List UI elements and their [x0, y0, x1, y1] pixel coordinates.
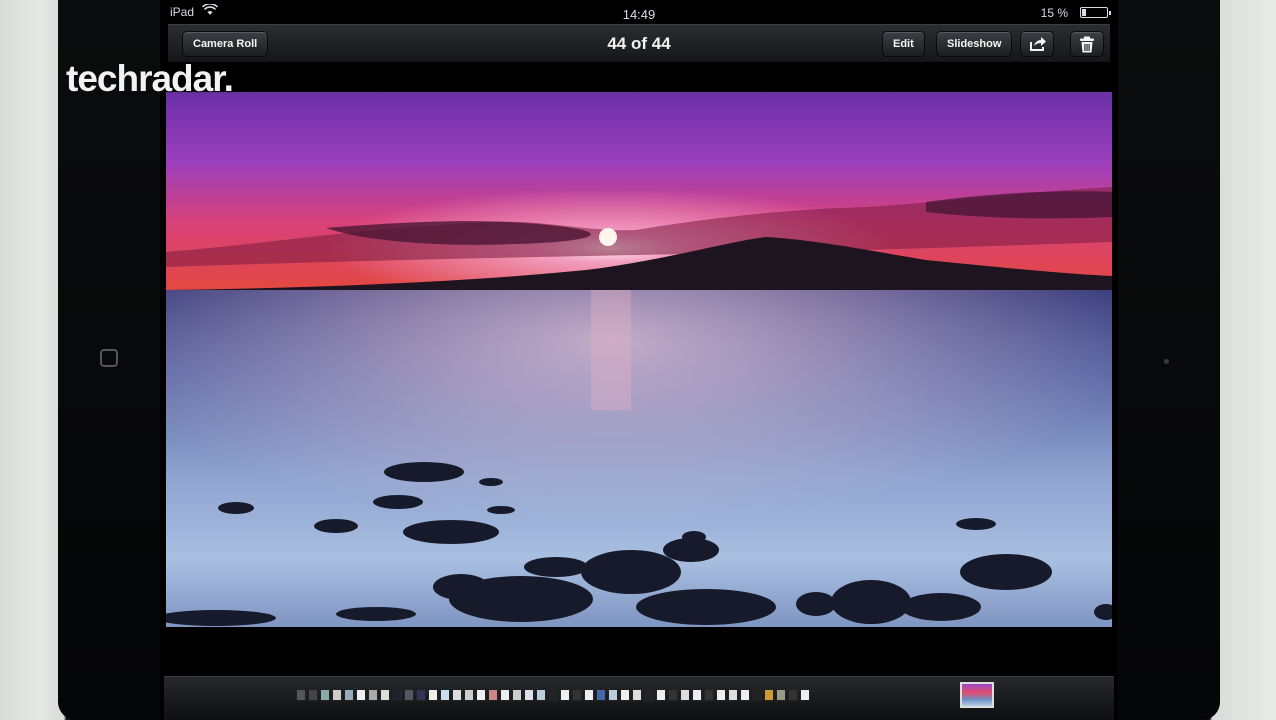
thumbnail[interactable]	[668, 689, 678, 701]
thumbnail[interactable]	[752, 689, 762, 701]
battery-icon	[1080, 7, 1111, 18]
navigation-bar: Camera Roll 44 of 44 Edit Slideshow	[168, 24, 1110, 62]
ipad-screen: iPad 14:49 15 % Camera Roll 44 of 44 Edi…	[160, 0, 1118, 720]
thumbnail[interactable]	[452, 689, 462, 701]
thumbnail[interactable]	[524, 689, 534, 701]
thumbnail[interactable]	[632, 689, 642, 701]
thumbnail[interactable]	[488, 689, 498, 701]
thumbnail[interactable]	[320, 689, 330, 701]
thumbnail[interactable]	[536, 689, 546, 701]
thumbnail[interactable]	[704, 689, 714, 701]
thumbnail[interactable]	[548, 689, 558, 701]
thumbnail[interactable]	[308, 689, 318, 701]
thumbnail[interactable]	[380, 689, 390, 701]
thumbnail[interactable]	[764, 689, 774, 701]
battery-level-fill	[1082, 9, 1086, 16]
thumbnail[interactable]	[416, 689, 426, 701]
share-icon	[1030, 37, 1046, 51]
thumbnail[interactable]	[776, 689, 786, 701]
slideshow-button[interactable]: Slideshow	[936, 31, 1013, 57]
thumbnail[interactable]	[332, 689, 342, 701]
status-bar: iPad 14:49 15 %	[160, 0, 1118, 24]
thumbnail[interactable]	[584, 689, 594, 701]
thumbnail[interactable]	[644, 689, 654, 701]
delete-button[interactable]	[1070, 31, 1104, 57]
thumbnail[interactable]	[464, 689, 474, 701]
thumbnail[interactable]	[440, 689, 450, 701]
thumbnail[interactable]	[560, 689, 570, 701]
thumbnail[interactable]	[404, 689, 414, 701]
techradar-logo-watermark: techradar.	[66, 58, 234, 99]
thumbnail[interactable]	[728, 689, 738, 701]
thumbnail[interactable]	[692, 689, 702, 701]
thumbnail[interactable]	[356, 689, 366, 701]
trash-icon	[1080, 36, 1094, 53]
photo-sunset-seascape[interactable]	[166, 92, 1112, 627]
thumbnail[interactable]	[608, 689, 618, 701]
thumbnail[interactable]	[500, 689, 510, 701]
share-button[interactable]	[1020, 31, 1054, 57]
thumbnail[interactable]	[572, 689, 582, 701]
thumbnail-strip[interactable]	[296, 689, 810, 703]
thumbnail[interactable]	[800, 689, 810, 701]
thumbnail[interactable]	[476, 689, 486, 701]
clock: 14:49	[622, 7, 656, 22]
thumbnail-scrubber[interactable]	[164, 676, 1114, 720]
thumbnail[interactable]	[428, 689, 438, 701]
thumbnail[interactable]	[716, 689, 726, 701]
battery-percentage: 15 %	[1040, 6, 1068, 20]
thumbnail[interactable]	[740, 689, 750, 701]
thumbnail[interactable]	[512, 689, 522, 701]
edit-button[interactable]: Edit	[882, 31, 925, 57]
thumbnail[interactable]	[596, 689, 606, 701]
thumbnail[interactable]	[368, 689, 378, 701]
thumbnail[interactable]	[296, 689, 306, 701]
thumbnail[interactable]	[656, 689, 666, 701]
thumbnail[interactable]	[788, 689, 798, 701]
thumbnail[interactable]	[680, 689, 690, 701]
thumbnail[interactable]	[392, 689, 402, 701]
thumbnail[interactable]	[620, 689, 630, 701]
camera-lens	[1164, 359, 1169, 364]
thumbnail[interactable]	[344, 689, 354, 701]
selected-thumbnail[interactable]	[960, 682, 994, 708]
home-button[interactable]	[100, 349, 118, 367]
